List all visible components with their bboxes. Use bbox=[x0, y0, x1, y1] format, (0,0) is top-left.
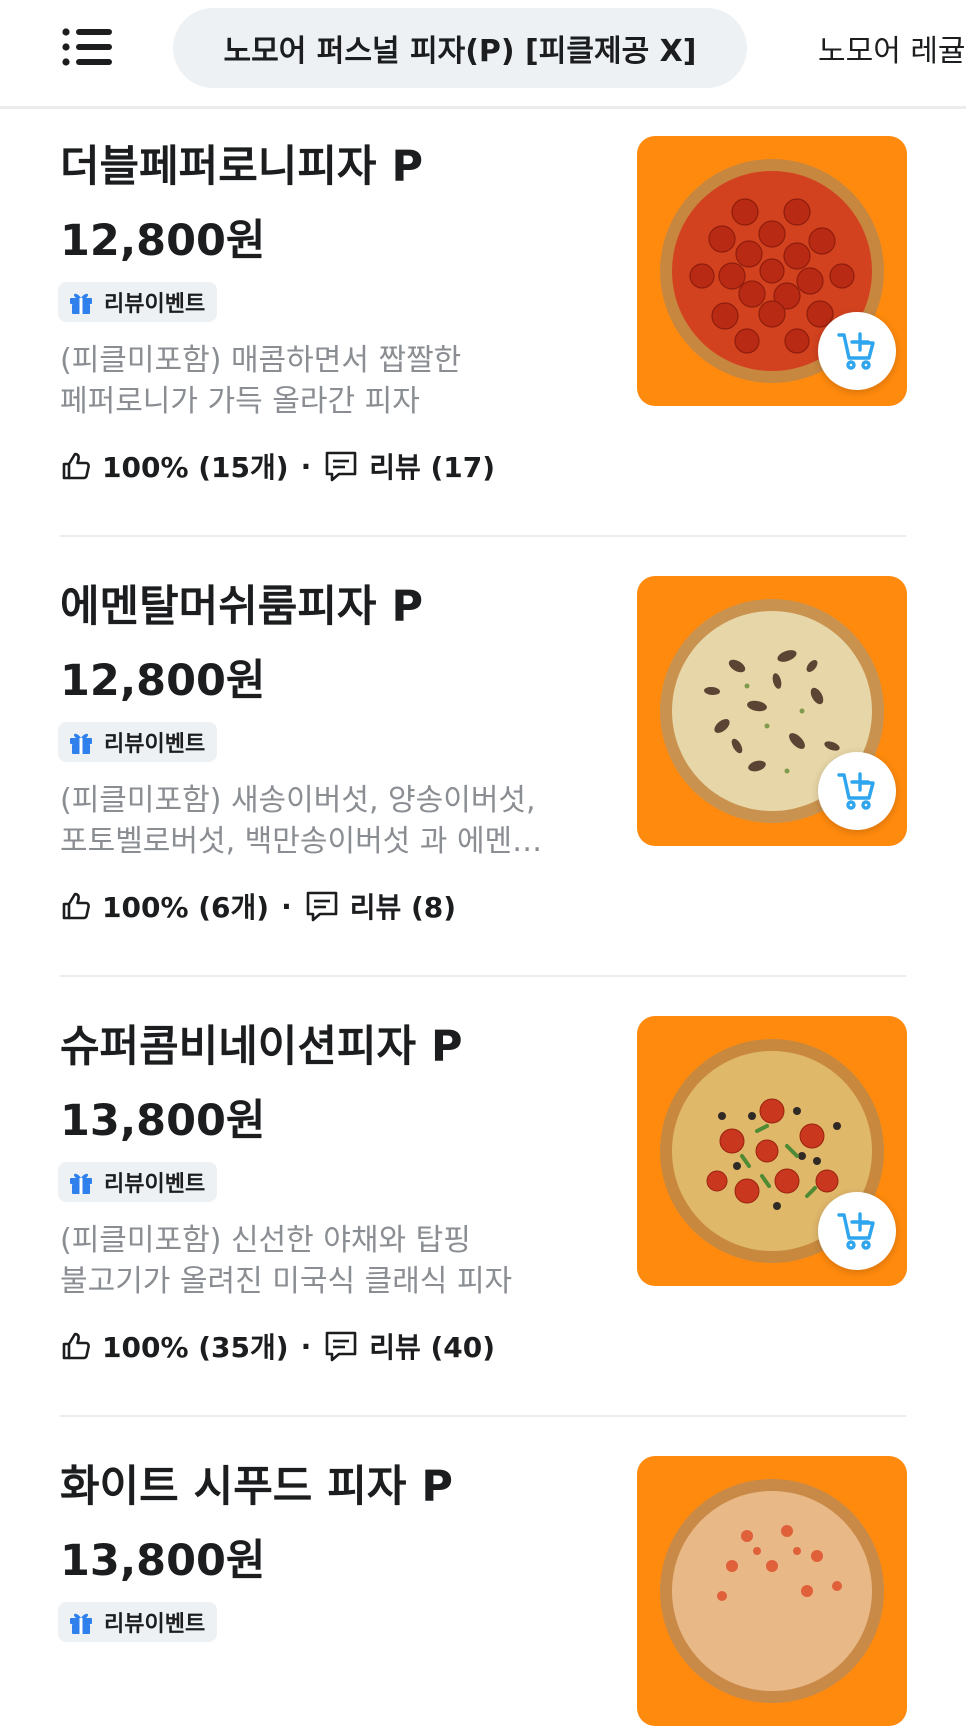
add-to-cart-button[interactable] bbox=[818, 752, 896, 830]
comment-icon bbox=[323, 448, 359, 484]
separator-dot: · bbox=[300, 449, 312, 483]
rating-review-row: 100% (15개) · 리뷰 (17) bbox=[60, 444, 495, 488]
review-count[interactable]: 리뷰 (40) bbox=[369, 1326, 495, 1366]
menu-item-card[interactable]: 화이트 시푸드 피자 P 13,800원 리뷰이벤트 bbox=[0, 1456, 966, 1726]
seafood-pizza-image[interactable] bbox=[637, 1456, 907, 1726]
rating-review-row: 100% (6개) · 리뷰 (8) bbox=[60, 884, 456, 928]
category-menu-button[interactable] bbox=[58, 22, 118, 72]
description-line: (피클미포함) 매콤하면서 짭짤한 bbox=[60, 343, 462, 378]
review-event-badge: 리뷰이벤트 bbox=[58, 1602, 218, 1642]
hamburger-menu-icon bbox=[62, 28, 112, 66]
item-description: (피클미포함) 신선한 야채와 탑핑 불고기가 올려진 미국식 클래식 피자 bbox=[60, 1220, 580, 1302]
item-description: (피클미포함) 매콤하면서 짭짤한 페퍼로니가 가득 올라간 피자 bbox=[60, 340, 580, 422]
badge-label: 리뷰이벤트 bbox=[104, 1172, 206, 1197]
description-line: (피클미포함) 새송이버섯, 양송이버섯, bbox=[60, 783, 536, 818]
like-rate: 100% (15개) bbox=[102, 451, 289, 484]
item-divider bbox=[60, 975, 906, 977]
badge-label: 리뷰이벤트 bbox=[104, 732, 206, 757]
comment-icon bbox=[304, 888, 340, 924]
item-name: 슈퍼콤비네이션피자 P bbox=[60, 1022, 463, 1072]
separator-dot: · bbox=[300, 1329, 312, 1363]
like-rate: 100% (35개) bbox=[102, 1331, 289, 1364]
description-line: 페퍼로니가 가득 올라간 피자 bbox=[60, 384, 420, 419]
thumbs-up-icon bbox=[60, 890, 92, 922]
badge-label: 리뷰이벤트 bbox=[104, 1612, 206, 1637]
tab-regular-pizza[interactable]: 노모어 레귤 bbox=[818, 8, 966, 88]
description-line: 불고기가 올려진 미국식 클래식 피자 bbox=[60, 1264, 513, 1299]
cart-plus-icon bbox=[837, 332, 875, 370]
review-count[interactable]: 리뷰 (17) bbox=[369, 446, 495, 486]
add-to-cart-button[interactable] bbox=[818, 1192, 896, 1270]
review-event-badge: 리뷰이벤트 bbox=[58, 1162, 218, 1202]
separator-dot: · bbox=[281, 889, 292, 923]
add-to-cart-button[interactable] bbox=[818, 312, 896, 390]
item-price: 13,800원 bbox=[60, 1536, 266, 1586]
item-price: 13,800원 bbox=[60, 1096, 266, 1146]
description-line: (피클미포함) 신선한 야채와 탑핑 bbox=[60, 1223, 471, 1258]
cart-plus-icon bbox=[837, 772, 875, 810]
menu-item-card[interactable]: 슈퍼콤비네이션피자 P 13,800원 리뷰이벤트 (피클미포함) 신선한 야채… bbox=[0, 1016, 966, 1422]
menu-item-card[interactable]: 더블페퍼로니피자 P 12,800원 리뷰이벤트 (피클미포함) 매콤하면서 짭… bbox=[0, 136, 966, 542]
gift-icon bbox=[68, 1609, 94, 1635]
gift-icon bbox=[68, 1169, 94, 1195]
item-divider bbox=[60, 535, 906, 537]
description-line: 포토벨로버섯, 백만송이버섯 과 에멘… bbox=[60, 824, 543, 859]
category-tab-bar: 노모어 퍼스널 피자(P) [피클제공 X] 노모어 레귤 bbox=[0, 0, 966, 109]
review-event-badge: 리뷰이벤트 bbox=[58, 282, 218, 322]
item-description: (피클미포함) 새송이버섯, 양송이버섯, 포토벨로버섯, 백만송이버섯 과 에… bbox=[60, 780, 580, 862]
item-name: 에멘탈머쉬룸피자 P bbox=[60, 582, 423, 632]
thumbs-up-icon bbox=[60, 1330, 92, 1362]
like-rate: 100% (6개) bbox=[102, 891, 270, 924]
menu-item-card[interactable]: 에멘탈머쉬룸피자 P 12,800원 리뷰이벤트 (피클미포함) 새송이버섯, … bbox=[0, 576, 966, 982]
item-name: 화이트 시푸드 피자 P bbox=[60, 1462, 453, 1512]
gift-icon bbox=[68, 289, 94, 315]
gift-icon bbox=[68, 729, 94, 755]
item-price: 12,800원 bbox=[60, 656, 266, 706]
cart-plus-icon bbox=[837, 1212, 875, 1250]
rating-review-row: 100% (35개) · 리뷰 (40) bbox=[60, 1324, 495, 1368]
tab-personal-pizza[interactable]: 노모어 퍼스널 피자(P) [피클제공 X] bbox=[173, 8, 747, 88]
review-count[interactable]: 리뷰 (8) bbox=[350, 886, 456, 926]
item-price: 12,800원 bbox=[60, 216, 266, 266]
comment-icon bbox=[323, 1328, 359, 1364]
review-event-badge: 리뷰이벤트 bbox=[58, 722, 218, 762]
item-name: 더블페퍼로니피자 P bbox=[60, 142, 423, 192]
item-divider bbox=[60, 1415, 906, 1417]
thumbs-up-icon bbox=[60, 450, 92, 482]
badge-label: 리뷰이벤트 bbox=[104, 292, 206, 317]
